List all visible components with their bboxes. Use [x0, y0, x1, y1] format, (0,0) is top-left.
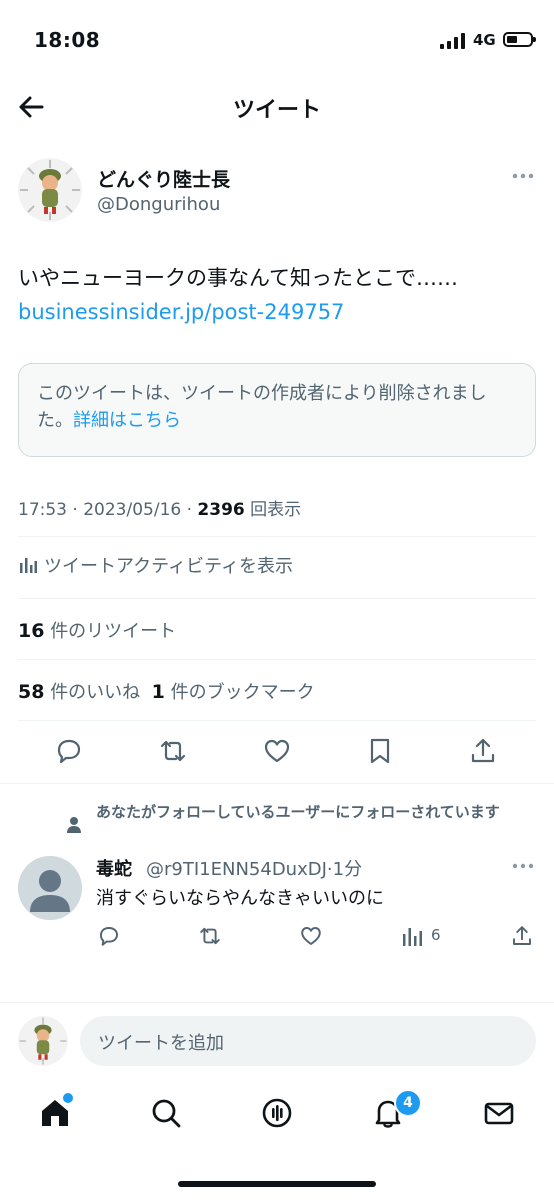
bookmarks-label: 件のブックマーク — [170, 682, 315, 703]
my-avatar[interactable] — [18, 1016, 68, 1066]
author-avatar[interactable] — [18, 158, 82, 222]
person-icon — [67, 817, 81, 833]
divider — [18, 536, 536, 537]
reply-reply-icon[interactable] — [97, 924, 121, 948]
retweets-stat[interactable]: 16 件のリツイート — [18, 617, 176, 643]
spaces-icon[interactable] — [260, 1096, 294, 1130]
reply-author-name[interactable]: 毒蛇 — [96, 855, 132, 881]
more-options-icon[interactable] — [510, 168, 536, 184]
reply-like-icon[interactable] — [299, 924, 323, 948]
back-arrow-icon[interactable] — [16, 92, 46, 122]
divider — [0, 783, 554, 784]
bookmarks-count: 1 — [151, 681, 165, 703]
reply-text: 消すぐらいならやんなきゃいいのに — [96, 888, 384, 909]
notifications-badge: 4 — [394, 1089, 422, 1117]
views-label: 回表示 — [250, 500, 302, 520]
activity-label: ツイートアクティビティを表示 — [44, 556, 293, 577]
views-count: 2396 — [197, 500, 245, 520]
reply-author-handle[interactable]: @r9TI1ENN54DuxDJ — [146, 859, 327, 880]
page-title: ツイート — [232, 98, 321, 123]
details-link[interactable]: 詳細はこちら — [73, 410, 181, 431]
likes-count: 58 — [18, 681, 45, 703]
search-icon[interactable] — [149, 1096, 183, 1130]
tweet-time: 17:53 — [18, 500, 67, 520]
tweet-link[interactable]: businessinsider.jp/post-249757 — [18, 300, 344, 324]
author-name[interactable]: どんぐり陸士長 — [97, 165, 230, 192]
divider — [0, 1002, 554, 1003]
analytics-icon — [20, 558, 37, 573]
network-label: 4G — [473, 31, 496, 49]
divider — [18, 720, 536, 721]
messages-icon[interactable] — [482, 1096, 516, 1130]
reply-icon[interactable] — [54, 736, 84, 766]
reply-share-icon[interactable] — [510, 924, 534, 948]
home-new-dot — [61, 1091, 75, 1105]
home-indicator — [178, 1181, 376, 1187]
social-context: あなたがフォローしているユーザーにフォローされています — [96, 803, 500, 821]
tweet-text: いやニューヨークの事なんて知ったとこで…… — [18, 266, 458, 290]
compose-reply-input[interactable]: ツイートを追加 — [80, 1016, 536, 1066]
reply-views-count: 6 — [431, 926, 441, 944]
reply-avatar[interactable] — [18, 856, 82, 920]
signal-icon — [440, 33, 465, 49]
bookmark-icon[interactable] — [365, 736, 395, 766]
tweet-date: 2023/05/16 — [83, 500, 182, 520]
status-time: 18:08 — [34, 28, 101, 52]
likes-label: 件のいいね — [50, 682, 141, 703]
reply-time: 1分 — [332, 859, 363, 880]
view-activity-button[interactable]: ツイートアクティビティを表示 — [18, 552, 293, 578]
divider — [18, 598, 536, 599]
share-icon[interactable] — [468, 736, 498, 766]
reply-views-icon[interactable] — [401, 924, 425, 948]
reply-more-options-icon[interactable] — [510, 858, 536, 874]
retweet-icon[interactable] — [158, 736, 188, 766]
likes-stat[interactable]: 58 件のいいね — [18, 681, 141, 703]
retweets-label: 件のリツイート — [50, 621, 177, 642]
reply-author-meta: @r9TI1ENN54DuxDJ·1分 — [146, 859, 363, 880]
deleted-quote-notice: このツイートは、ツイートの作成者により削除されました。詳細はこちら — [18, 363, 536, 457]
battery-icon — [503, 32, 536, 47]
bookmarks-stat[interactable]: 1 件のブックマーク — [151, 681, 315, 703]
reply-retweet-icon[interactable] — [198, 924, 222, 948]
tweet-meta: 17:53 · 2023/05/16 · 2396 回表示 — [18, 500, 302, 520]
likes-bookmarks-stat: 58 件のいいね 1 件のブックマーク — [18, 678, 315, 704]
like-icon[interactable] — [262, 736, 292, 766]
author-handle[interactable]: @Dongurihou — [97, 194, 220, 215]
retweets-count: 16 — [18, 620, 45, 642]
divider — [18, 659, 536, 660]
